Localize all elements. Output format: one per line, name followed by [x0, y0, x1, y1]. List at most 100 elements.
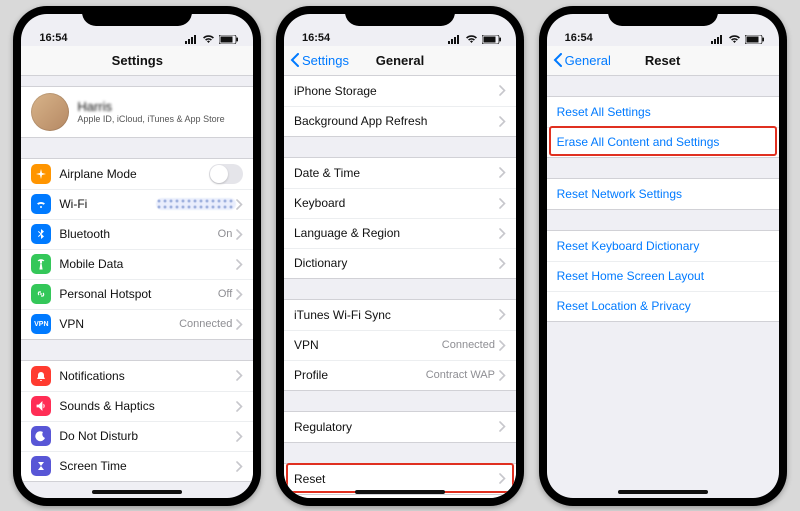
row-sounds-haptics[interactable]: Sounds & Haptics	[21, 391, 253, 421]
back-button[interactable]: General	[553, 46, 611, 75]
airplane-icon	[31, 164, 51, 184]
row-label: Personal Hotspot	[59, 287, 218, 301]
row-profile[interactable]: ProfileContract WAP	[284, 360, 516, 390]
page-title: Settings	[112, 53, 163, 68]
row-reset-location-privacy[interactable]: Reset Location & Privacy	[547, 291, 779, 321]
screen: 16:54 General Reset Reset All Settings Er…	[547, 14, 779, 498]
row-language-region[interactable]: Language & Region	[284, 218, 516, 248]
vpn-icon: VPN	[31, 314, 51, 334]
redacted-value	[156, 198, 236, 210]
notch	[82, 6, 192, 26]
battery-icon	[482, 35, 502, 44]
cellular-icon	[448, 35, 461, 44]
bell-icon	[31, 366, 51, 386]
chevron-right-icon	[236, 259, 243, 270]
row-label: Sounds & Haptics	[59, 399, 236, 413]
row-dictionary[interactable]: Dictionary	[284, 248, 516, 278]
row-label: Dictionary	[294, 256, 499, 270]
row-label: Notifications	[59, 369, 236, 383]
bluetooth-icon	[31, 224, 51, 244]
row-label: Erase All Content and Settings	[557, 135, 769, 149]
status-time: 16:54	[565, 32, 593, 44]
row-label: Reset Network Settings	[557, 187, 769, 201]
row-bluetooth[interactable]: BluetoothOn	[21, 219, 253, 249]
row-mobile-data[interactable]: Mobile Data	[21, 249, 253, 279]
row-label: Language & Region	[294, 226, 499, 240]
row-label: Background App Refresh	[294, 114, 499, 128]
row-label: iPhone Storage	[294, 84, 499, 98]
row-label: Keyboard	[294, 196, 499, 210]
chevron-right-icon	[236, 199, 243, 210]
chevron-right-icon	[499, 473, 506, 484]
home-indicator	[355, 490, 445, 494]
row-label: Bluetooth	[59, 227, 217, 241]
page-title: Reset	[645, 53, 680, 68]
phone-reset: 16:54 General Reset Reset All Settings Er…	[539, 6, 787, 506]
row-value: Connected	[442, 339, 495, 351]
chevron-right-icon	[499, 421, 506, 432]
row-vpn[interactable]: VPNConnected	[284, 330, 516, 360]
chevron-right-icon	[236, 431, 243, 442]
row-reset-keyboard-dictionary[interactable]: Reset Keyboard Dictionary	[547, 231, 779, 261]
chevron-right-icon	[499, 228, 506, 239]
chevron-right-icon	[236, 319, 243, 330]
battery-icon	[219, 35, 239, 44]
phone-settings: 16:54 Settings Harris Apple ID, iCloud, …	[13, 6, 261, 506]
row-airplane-mode[interactable]: Airplane Mode	[21, 159, 253, 189]
apple-id-card[interactable]: Harris Apple ID, iCloud, iTunes & App St…	[21, 86, 253, 138]
toggle[interactable]	[209, 164, 243, 184]
row-erase-all-content-and-settings[interactable]: Erase All Content and Settings	[547, 127, 779, 157]
row-do-not-disturb[interactable]: Do Not Disturb	[21, 421, 253, 451]
navbar: Settings General	[284, 46, 516, 76]
row-label: Reset All Settings	[557, 105, 769, 119]
row-screen-time[interactable]: Screen Time	[21, 451, 253, 481]
row-label: Do Not Disturb	[59, 429, 236, 443]
account-name: Harris	[77, 99, 235, 114]
chevron-right-icon	[499, 116, 506, 127]
row-value: Connected	[179, 318, 232, 330]
shut-down-row[interactable]: Shut Down	[284, 495, 516, 498]
row-personal-hotspot[interactable]: Personal HotspotOff	[21, 279, 253, 309]
row-reset-home-screen-layout[interactable]: Reset Home Screen Layout	[547, 261, 779, 291]
row-value: Off	[218, 288, 232, 300]
row-itunes-wi-fi-sync[interactable]: iTunes Wi-Fi Sync	[284, 300, 516, 330]
row-iphone-storage[interactable]: iPhone Storage	[284, 76, 516, 106]
chevron-right-icon	[499, 370, 506, 381]
back-label: General	[565, 53, 611, 68]
row-background-app-refresh[interactable]: Background App Refresh	[284, 106, 516, 136]
row-notifications[interactable]: Notifications	[21, 361, 253, 391]
hourglass-icon	[31, 456, 51, 476]
row-date-time[interactable]: Date & Time	[284, 158, 516, 188]
content[interactable]: iPhone Storage Background App Refresh Dat…	[284, 76, 516, 498]
content[interactable]: Harris Apple ID, iCloud, iTunes & App St…	[21, 76, 253, 498]
phone-general: 16:54 Settings General iPhone StorageBac…	[276, 6, 524, 506]
row-label: VPN	[59, 317, 179, 331]
home-indicator	[618, 490, 708, 494]
chevron-right-icon	[236, 370, 243, 381]
wifi-icon	[31, 194, 51, 214]
moon-icon	[31, 426, 51, 446]
row-wi-fi[interactable]: Wi-Fi	[21, 189, 253, 219]
screen: 16:54 Settings General iPhone StorageBac…	[284, 14, 516, 498]
wifi-status-icon	[202, 35, 215, 44]
home-indicator	[92, 490, 182, 494]
row-regulatory[interactable]: Regulatory	[284, 412, 516, 442]
row-keyboard[interactable]: Keyboard	[284, 188, 516, 218]
account-subtitle: Apple ID, iCloud, iTunes & App Store	[77, 114, 235, 124]
row-label: Screen Time	[59, 459, 236, 473]
row-vpn[interactable]: VPNVPNConnected	[21, 309, 253, 339]
screen: 16:54 Settings Harris Apple ID, iCloud, …	[21, 14, 253, 498]
chevron-right-icon	[499, 85, 506, 96]
row-label: Date & Time	[294, 166, 499, 180]
chevron-right-icon	[499, 258, 506, 269]
navbar: General Reset	[547, 46, 779, 76]
link-icon	[31, 284, 51, 304]
row-reset-network-settings[interactable]: Reset Network Settings	[547, 179, 779, 209]
row-label: Profile	[294, 368, 426, 382]
row-label: iTunes Wi-Fi Sync	[294, 308, 499, 322]
notch	[345, 6, 455, 26]
content[interactable]: Reset All Settings Erase All Content and …	[547, 76, 779, 498]
row-label: Reset	[294, 472, 499, 486]
back-button[interactable]: Settings	[290, 46, 349, 75]
row-reset-all-settings[interactable]: Reset All Settings	[547, 97, 779, 127]
